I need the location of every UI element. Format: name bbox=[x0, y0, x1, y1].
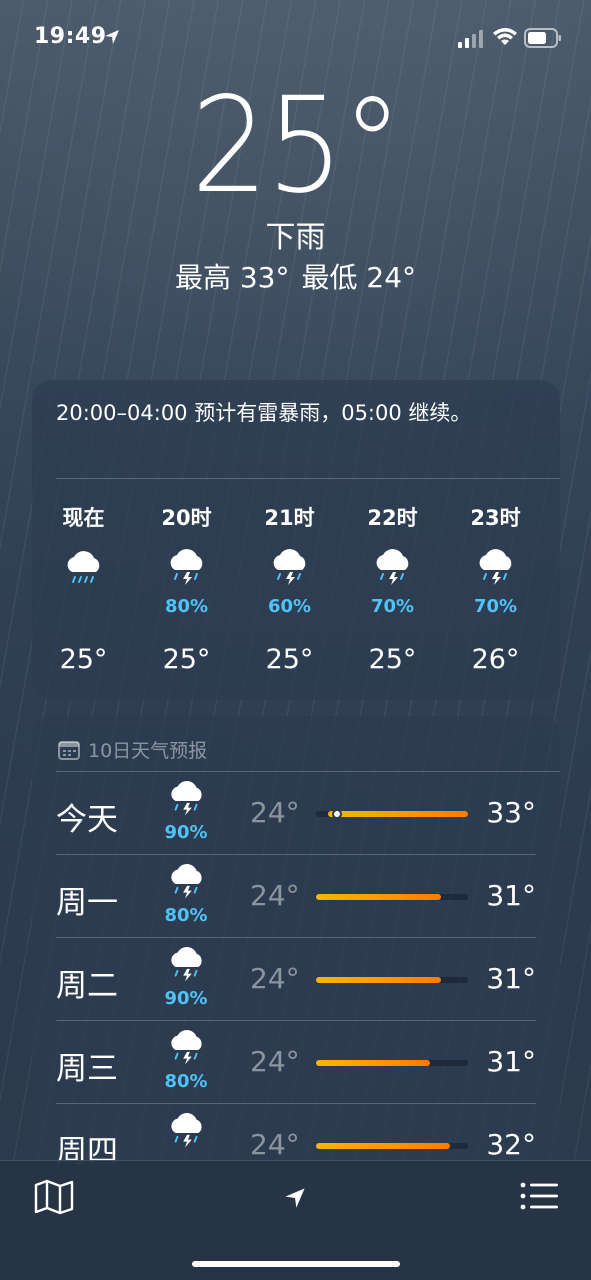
list-icon[interactable] bbox=[520, 1181, 558, 1211]
low-temperature: 24° bbox=[250, 796, 300, 829]
forecast-summary: 20:00–04:00 预计有雷暴雨，05:00 继续。 bbox=[56, 401, 472, 425]
thunderstorm-icon bbox=[376, 549, 408, 585]
high-temperature: 33° bbox=[486, 796, 536, 829]
temperature-range-fill bbox=[316, 1060, 430, 1066]
ten-day-title: 10日天气预报 bbox=[88, 740, 208, 762]
hour-temperature: 26° bbox=[471, 644, 520, 675]
calendar-icon bbox=[58, 740, 80, 760]
thunderstorm-icon bbox=[273, 549, 305, 585]
temperature-range-fill bbox=[316, 1143, 450, 1149]
status-bar: 19:49 bbox=[0, 0, 591, 76]
hour-item: 22时 70% 25° bbox=[341, 500, 444, 680]
bottom-toolbar bbox=[0, 1160, 591, 1280]
daily-list[interactable]: 今天 90% 24° 33° 周一 80% 24° 31° 周二 90% 24°… bbox=[32, 772, 560, 1176]
hour-label: 现在 bbox=[62, 506, 105, 530]
rain-cloud-icon bbox=[67, 551, 99, 583]
temperature-range-fill bbox=[328, 811, 468, 817]
high-temperature: 最高 33° bbox=[174, 261, 290, 294]
wifi-icon bbox=[493, 28, 517, 45]
precip-chance: 70% bbox=[370, 596, 415, 617]
precip-chance: 70% bbox=[473, 596, 518, 617]
low-temperature: 24° bbox=[250, 879, 300, 912]
precip-chance: 80% bbox=[164, 596, 209, 617]
day-row[interactable]: 周三 80% 24° 31° bbox=[32, 1021, 560, 1104]
precip-chance: 80% bbox=[164, 905, 208, 926]
hour-temperature: 25° bbox=[368, 644, 417, 675]
ten-day-forecast-panel[interactable]: 10日天气预报 今天 90% 24° 33° 周一 80% 24° 31° 周二… bbox=[32, 716, 560, 1176]
hour-label: 21时 bbox=[264, 506, 315, 530]
temperature-range-fill bbox=[316, 894, 441, 900]
day-name: 今天 bbox=[56, 802, 118, 838]
thunderstorm-icon bbox=[171, 947, 202, 982]
high-low: 最高 33° 最低 24° bbox=[0, 260, 591, 296]
thunderstorm-icon bbox=[171, 864, 202, 899]
temperature-range-bar bbox=[316, 1143, 468, 1149]
hour-label: 23时 bbox=[470, 506, 521, 530]
precip-chance: 60% bbox=[267, 596, 312, 617]
thunderstorm-icon bbox=[170, 549, 202, 585]
hour-temperature: 25° bbox=[265, 644, 314, 675]
hour-temperature: 25° bbox=[59, 644, 108, 675]
low-temperature: 24° bbox=[250, 1128, 300, 1161]
battery-icon bbox=[524, 28, 561, 48]
thunderstorm-icon bbox=[479, 549, 511, 585]
temperature-range-bar bbox=[316, 809, 468, 819]
day-row[interactable]: 今天 90% 24° 33° bbox=[32, 772, 560, 855]
hour-item: 现在 25° bbox=[32, 500, 135, 680]
day-name: 周二 bbox=[56, 968, 118, 1004]
temperature-range-bar bbox=[316, 977, 468, 983]
hour-item: 21时 60% 25° bbox=[238, 500, 341, 680]
temperature-range-bar bbox=[316, 1060, 468, 1066]
current-temperature-marker bbox=[332, 809, 343, 819]
low-temperature: 最低 24° bbox=[301, 261, 417, 294]
status-time: 19:49 bbox=[34, 24, 107, 49]
hour-item: 23时 70% 26° bbox=[444, 500, 547, 680]
temperature-range-bar bbox=[316, 894, 468, 900]
thunderstorm-icon bbox=[171, 1113, 202, 1148]
current-weather: 25° 下雨 最高 33° 最低 24° bbox=[0, 80, 591, 296]
high-temperature: 31° bbox=[486, 1045, 536, 1078]
current-temperature: 25° bbox=[190, 69, 403, 223]
ten-day-header: 10日天气预报 bbox=[58, 736, 207, 763]
thunderstorm-icon bbox=[171, 1030, 202, 1065]
thunderstorm-icon bbox=[171, 781, 202, 816]
precip-chance: 90% bbox=[164, 822, 208, 843]
hourly-list[interactable]: 现在 25° 20时 80% 25° 21时 60% 25° 22时 70% 2… bbox=[32, 500, 560, 680]
hour-item: 20时 80% 25° bbox=[135, 500, 238, 680]
divider bbox=[56, 478, 560, 479]
precip-chance: 80% bbox=[164, 1071, 208, 1092]
hour-label: 22时 bbox=[367, 506, 418, 530]
day-row[interactable]: 周一 80% 24° 31° bbox=[32, 855, 560, 938]
temperature-range-fill bbox=[316, 977, 441, 983]
home-indicator[interactable] bbox=[192, 1261, 400, 1267]
location-services-icon bbox=[105, 30, 119, 44]
location-arrow-icon[interactable] bbox=[284, 1187, 306, 1209]
high-temperature: 31° bbox=[486, 962, 536, 995]
low-temperature: 24° bbox=[250, 962, 300, 995]
hour-temperature: 25° bbox=[162, 644, 211, 675]
current-condition: 下雨 bbox=[265, 220, 326, 255]
high-temperature: 32° bbox=[486, 1128, 536, 1161]
map-icon[interactable] bbox=[34, 1179, 74, 1215]
day-name: 周一 bbox=[56, 885, 118, 921]
cellular-signal-icon bbox=[458, 30, 483, 48]
day-row[interactable]: 周二 90% 24° 31° bbox=[32, 938, 560, 1021]
high-temperature: 31° bbox=[486, 879, 536, 912]
low-temperature: 24° bbox=[250, 1045, 300, 1078]
hourly-forecast-panel[interactable]: 20:00–04:00 预计有雷暴雨，05:00 继续。 现在 25° 20时 … bbox=[32, 380, 560, 700]
hour-label: 20时 bbox=[161, 506, 212, 530]
precip-chance: 90% bbox=[164, 988, 208, 1009]
day-name: 周三 bbox=[56, 1051, 118, 1087]
